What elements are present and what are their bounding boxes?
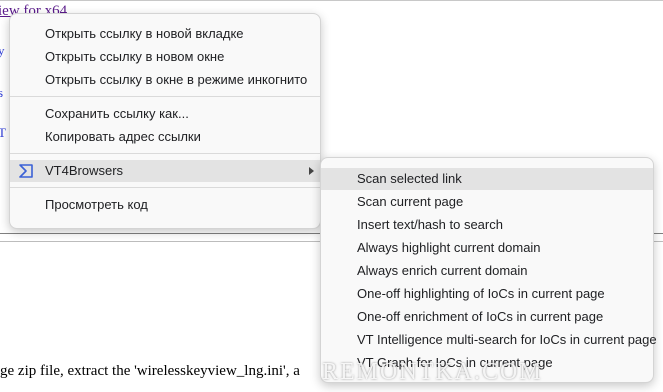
menu-item-copy-link-address[interactable]: Копировать адрес ссылки [10,126,320,148]
menu-item-inspect[interactable]: Просмотреть код [10,194,320,216]
vt4browsers-submenu: Scan selected link Scan current page Ins… [320,157,657,383]
menu-item-open-incognito[interactable]: Открыть ссылку в окне в режиме инкогнито [10,69,320,91]
body-text: ge zip file, extract the 'wirelesskeyvie… [0,363,300,379]
menu-item-open-new-tab[interactable]: Открыть ссылку в новой вкладке [10,23,320,45]
submenu-item-vt-intelligence-search[interactable]: VT Intelligence multi-search for IoCs in… [321,329,657,351]
link-fragment[interactable]: s [0,85,3,101]
menu-item-save-link-as[interactable]: Сохранить ссылку как... [10,103,320,125]
submenu-item-oneoff-highlighting[interactable]: One-off highlighting of IoCs in current … [321,283,653,305]
submenu-item-always-enrich-domain[interactable]: Always enrich current domain [321,260,653,282]
menu-item-label: VT4Browsers [45,163,124,178]
submenu-item-always-highlight-domain[interactable]: Always highlight current domain [321,237,653,259]
menu-separator [10,153,320,154]
submenu-item-scan-selected-link[interactable]: Scan selected link [321,168,653,190]
submenu-item-oneoff-enrichment[interactable]: One-off enrichment of IoCs in current pa… [321,306,653,328]
menu-item-vt4browsers[interactable]: VT4Browsers [10,160,320,182]
menu-separator [10,187,320,188]
submenu-item-insert-text-hash[interactable]: Insert text/hash to search [321,214,653,236]
link-fragment[interactable]: y [0,43,5,59]
link-fragment[interactable]: T [0,125,6,141]
watermark: REMONTKA.COM [322,359,543,385]
submenu-arrow-icon [309,167,314,175]
submenu-item-scan-current-page[interactable]: Scan current page [321,191,653,213]
vt4browsers-icon [19,164,33,178]
context-menu: Открыть ссылку в новой вкладке Открыть с… [9,13,321,229]
menu-item-open-new-window[interactable]: Открыть ссылку в новом окне [10,46,320,68]
menu-separator [10,96,320,97]
